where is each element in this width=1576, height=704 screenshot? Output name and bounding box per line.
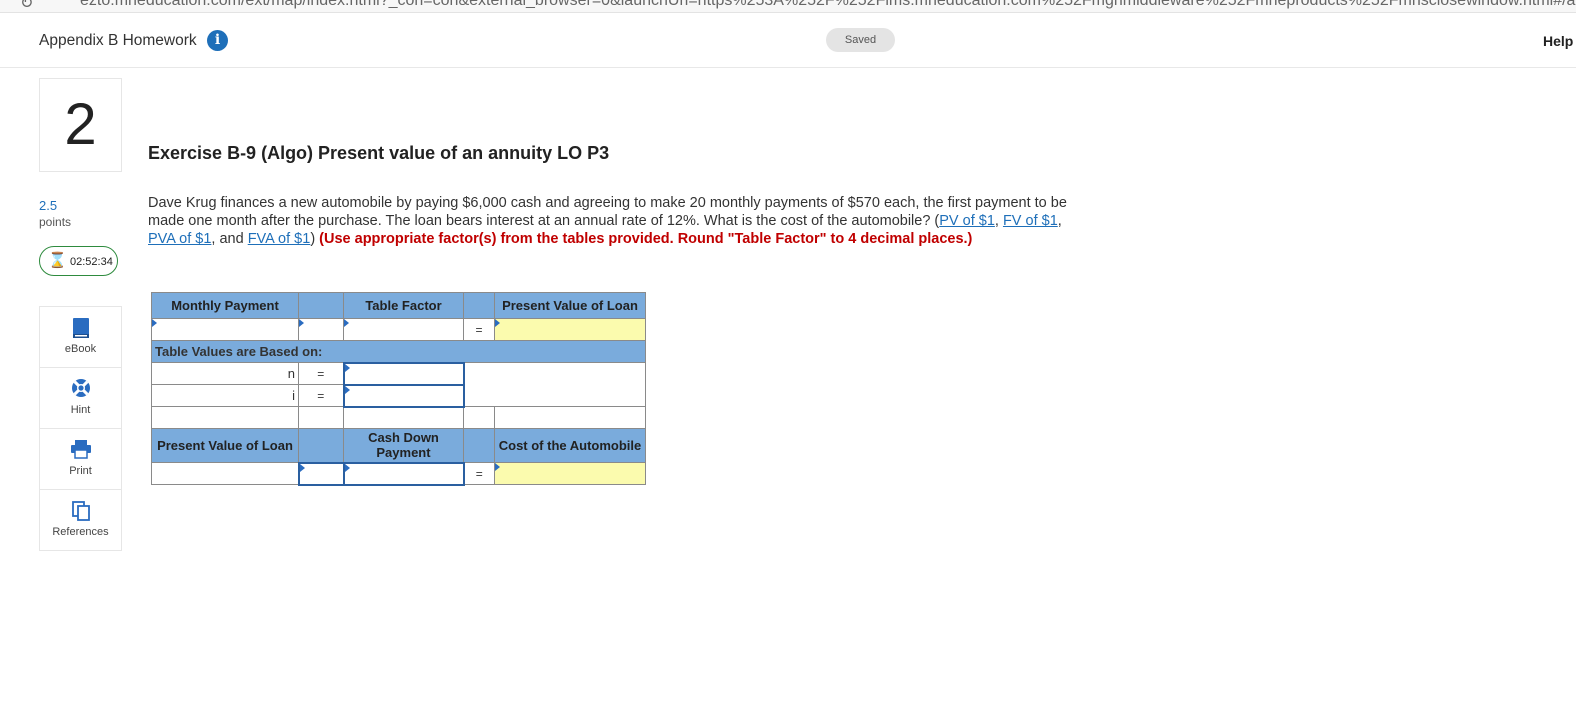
references-label: References xyxy=(52,526,109,538)
empty-header-cell xyxy=(298,292,344,319)
hint-tool-button[interactable]: Hint xyxy=(40,368,121,429)
reload-icon[interactable]: ↻ xyxy=(20,0,33,12)
browser-url-bar[interactable]: ↻ ezto.mheducation.com/ext/map/index.htm… xyxy=(0,0,1576,13)
question-title: Exercise B-9 (Algo) Present value of an … xyxy=(148,143,610,163)
assignment-header: Appendix B Homework i Saved Help xyxy=(0,13,1576,68)
assignment-title: Appendix B Homework xyxy=(39,32,197,49)
blank-cell xyxy=(298,406,344,429)
hourglass-icon: ⌛ xyxy=(48,252,67,269)
worksheet-table: Monthly Payment Table Factor Present Val… xyxy=(151,292,646,486)
points-value: 2.5 xyxy=(39,198,58,213)
print-label: Print xyxy=(69,465,92,477)
cash-down-header: Cash Down Payment xyxy=(343,428,464,463)
i-label: i xyxy=(151,384,299,407)
equals-sign: = xyxy=(298,384,344,407)
points-label: points xyxy=(39,215,72,229)
pv-loan-header-2: Present Value of Loan xyxy=(151,428,299,463)
question-number: 2 xyxy=(39,78,122,172)
references-tool-button[interactable]: References xyxy=(40,490,121,550)
link-separator: , and xyxy=(211,231,248,247)
blank-cell xyxy=(463,362,646,407)
book-icon xyxy=(40,317,121,344)
table-factor-header: Table Factor xyxy=(343,292,464,319)
fva-of-1-link[interactable]: FVA of $1 xyxy=(248,231,311,247)
pva-of-1-link[interactable]: PVA of $1 xyxy=(148,231,211,247)
pv-loan-header: Present Value of Loan xyxy=(494,292,646,319)
hint-label: Hint xyxy=(70,404,91,416)
fv-of-1-link[interactable]: FV of $1 xyxy=(1003,213,1058,229)
operator-input-2[interactable] xyxy=(297,461,345,486)
monthly-payment-input[interactable] xyxy=(151,318,299,341)
blank-cell xyxy=(494,406,646,429)
ebook-label: eBook xyxy=(64,343,97,355)
question-instruction: (Use appropriate factor(s) from the tabl… xyxy=(319,231,973,247)
table-values-based-on-label: Table Values are Based on: xyxy=(151,340,646,363)
help-link[interactable]: Help xyxy=(1543,33,1573,49)
empty-header-cell xyxy=(298,428,344,463)
copy-icon xyxy=(40,500,121,527)
cost-answer[interactable] xyxy=(494,462,646,485)
cost-header: Cost of the Automobile xyxy=(494,428,646,463)
link-separator: , xyxy=(1057,213,1062,229)
ebook-tool-button[interactable]: eBook xyxy=(40,307,121,368)
table-factor-input[interactable] xyxy=(343,318,464,341)
link-separator: , xyxy=(994,213,1003,229)
equals-sign: = xyxy=(463,462,495,485)
monthly-payment-header: Monthly Payment xyxy=(151,292,299,319)
operator-input[interactable] xyxy=(298,318,344,341)
print-tool-button[interactable]: Print xyxy=(40,429,121,490)
blank-cell xyxy=(343,406,464,429)
empty-header-cell xyxy=(463,428,495,463)
timer-value: 02:52:34 xyxy=(70,256,113,268)
empty-header-cell xyxy=(463,292,495,319)
pv-of-1-link[interactable]: PV of $1 xyxy=(939,213,995,229)
blank-cell xyxy=(463,406,495,429)
n-input[interactable] xyxy=(342,361,465,386)
printer-icon xyxy=(40,439,121,464)
link-close: ) xyxy=(310,231,320,247)
lifebuoy-icon xyxy=(40,378,121,403)
pv-loan-input-2[interactable] xyxy=(151,462,299,485)
timer: ⌛ 02:52:34 xyxy=(39,246,118,276)
info-icon[interactable]: i xyxy=(207,30,228,51)
equals-sign: = xyxy=(463,318,495,341)
question-tools: eBook Hint Print References xyxy=(39,306,122,551)
pv-loan-answer[interactable] xyxy=(494,318,646,341)
cash-down-input[interactable] xyxy=(342,461,465,486)
blank-cell xyxy=(151,406,299,429)
url-text[interactable]: ezto.mheducation.com/ext/map/index.html?… xyxy=(80,0,1576,10)
i-input[interactable] xyxy=(342,383,465,408)
question-body: Dave Krug finances a new automobile by p… xyxy=(148,195,1067,229)
question-text: Dave Krug finances a new automobile by p… xyxy=(148,194,1083,248)
saved-status-badge: Saved xyxy=(826,28,895,52)
n-label: n xyxy=(151,362,299,385)
equals-sign: = xyxy=(298,362,344,385)
